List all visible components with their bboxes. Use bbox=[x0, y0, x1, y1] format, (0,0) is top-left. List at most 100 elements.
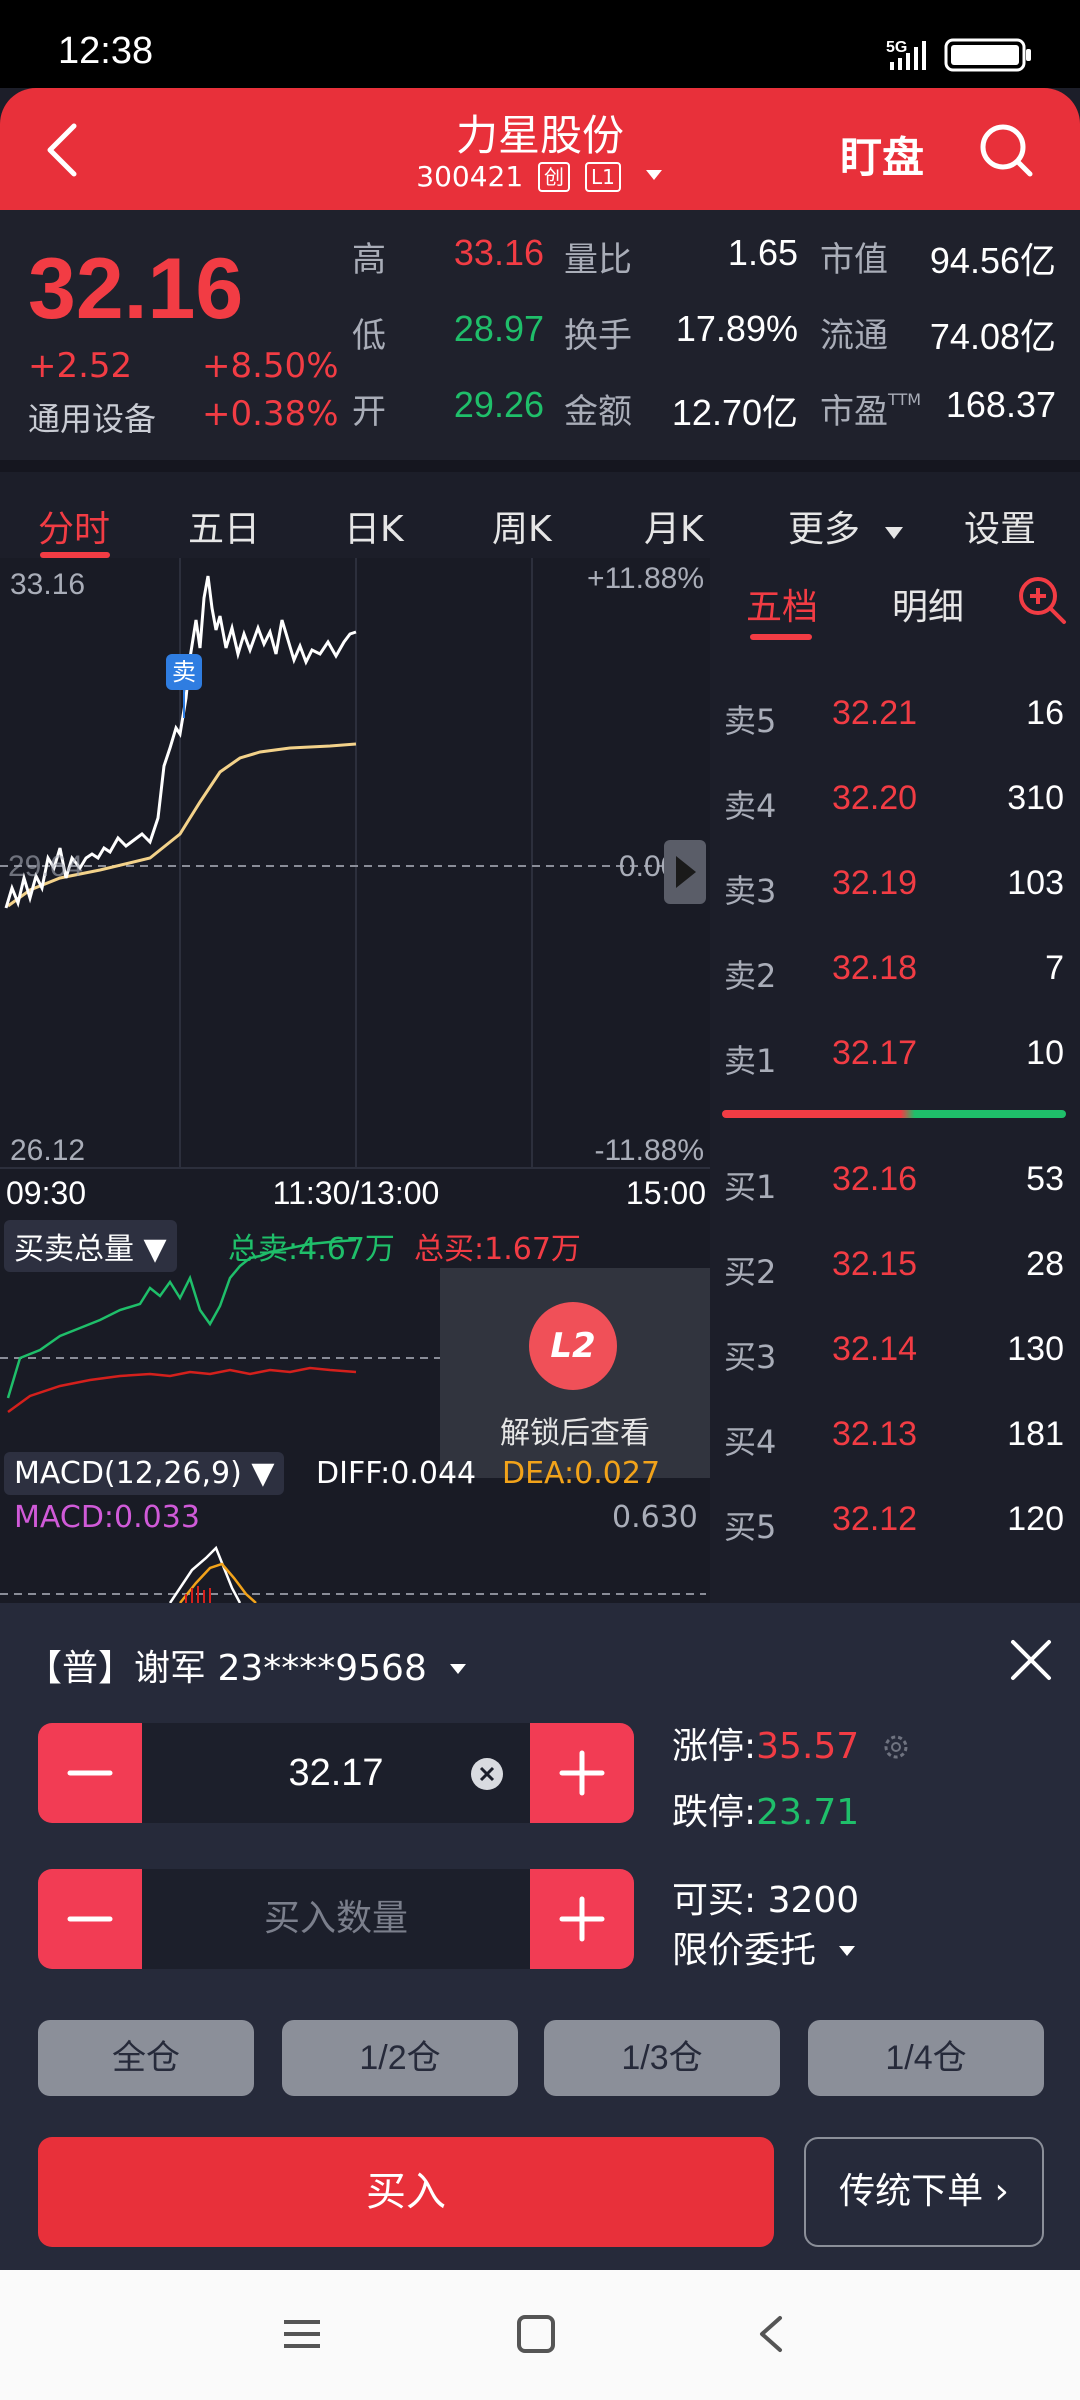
bid-price: 32.14 bbox=[832, 1330, 918, 1368]
limit-down-info: 跌停:23.71 bbox=[672, 1792, 860, 1833]
tab-five-day[interactable]: 五日 bbox=[188, 500, 260, 552]
price-stepper: 32.17 bbox=[38, 1723, 634, 1823]
position-half-button[interactable]: 1/2仓 bbox=[282, 2020, 518, 2096]
pe-value: 168.37 bbox=[945, 384, 1056, 425]
ask-row[interactable]: 卖3 32.19 103 bbox=[710, 856, 1080, 916]
tab-five-levels[interactable]: 五档 bbox=[746, 578, 818, 630]
close-icon[interactable] bbox=[1008, 1637, 1054, 1683]
battery-icon bbox=[944, 38, 1031, 72]
volume-indicator-button[interactable]: 买卖总量 ▼ bbox=[4, 1220, 177, 1272]
quantity-input[interactable]: 买入数量 bbox=[142, 1869, 530, 1969]
bid-row[interactable]: 买1 32.16 53 bbox=[710, 1152, 1080, 1212]
buy-button[interactable]: 买入 bbox=[38, 2137, 774, 2247]
chart-price-ref: 29.64 bbox=[8, 850, 83, 883]
price-increase-button[interactable] bbox=[530, 1723, 634, 1823]
back-nav-icon[interactable] bbox=[750, 2312, 794, 2356]
bid-row[interactable]: 买3 32.14 130 bbox=[710, 1322, 1080, 1382]
chart-pct-low: -11.88% bbox=[594, 1134, 704, 1167]
macd-value-label: MACD:0.033 bbox=[14, 1500, 200, 1535]
bid-volume: 53 bbox=[1026, 1160, 1064, 1198]
home-icon[interactable] bbox=[514, 2312, 558, 2356]
quantity-increase-button[interactable] bbox=[530, 1869, 634, 1969]
settings-icon bbox=[884, 1735, 908, 1759]
time-start: 09:30 bbox=[6, 1175, 86, 1211]
bid-volume: 181 bbox=[1007, 1415, 1064, 1453]
total-buy-line bbox=[7, 1366, 357, 1414]
sell-marker: 卖 bbox=[166, 654, 202, 718]
last-price: 32.16 bbox=[28, 241, 244, 337]
ask-price: 32.21 bbox=[832, 694, 918, 732]
position-third-button[interactable]: 1/3仓 bbox=[544, 2020, 780, 2096]
turnover-label: 换手 bbox=[564, 316, 632, 356]
ask-volume: 7 bbox=[1045, 949, 1064, 987]
ask-row[interactable]: 卖5 32.21 16 bbox=[710, 686, 1080, 746]
board-tag: 创 bbox=[538, 162, 571, 192]
tab-trade-detail[interactable]: 明细 bbox=[892, 578, 964, 630]
time-mid: 11:30/13:00 bbox=[273, 1175, 440, 1211]
level-tag: L1 bbox=[584, 162, 621, 192]
price-decrease-button[interactable] bbox=[38, 1723, 142, 1823]
classic-order-button[interactable]: 传统下单 › bbox=[804, 2137, 1044, 2247]
quantity-decrease-button[interactable] bbox=[38, 1869, 142, 1969]
bid-label: 买4 bbox=[724, 1423, 777, 1461]
open-value: 29.26 bbox=[453, 384, 544, 425]
chart-price-low: 26.12 bbox=[10, 1134, 85, 1167]
order-type-selector[interactable]: 限价委托 bbox=[672, 1921, 857, 1973]
ask-label: 卖4 bbox=[724, 787, 777, 825]
bid-volume: 28 bbox=[1026, 1245, 1064, 1283]
clear-icon[interactable] bbox=[470, 1757, 504, 1791]
low-value: 28.97 bbox=[453, 308, 544, 349]
expand-handle-icon bbox=[664, 840, 706, 904]
macd-max-label: 0.630 bbox=[612, 1500, 698, 1535]
order-book-divider bbox=[722, 1110, 1066, 1118]
amount-label: 金额 bbox=[564, 392, 632, 432]
bid-row[interactable]: 买2 32.15 28 bbox=[710, 1237, 1080, 1297]
macd-indicator-button[interactable]: MACD(12,26,9) ▼ bbox=[4, 1452, 285, 1495]
bid-price: 32.16 bbox=[832, 1160, 918, 1198]
intraday-chart[interactable]: 卖 33.16 +11.88% 29.64 0.00% 26.12 -11.88… bbox=[0, 558, 710, 1603]
sector-name[interactable]: 通用设备 bbox=[28, 394, 156, 440]
tab-intraday[interactable]: 分时 bbox=[38, 500, 110, 552]
watch-button[interactable]: 盯盘 bbox=[840, 124, 924, 185]
sector-change: +0.38% bbox=[202, 394, 339, 434]
tab-monthly-k[interactable]: 月K bbox=[644, 500, 704, 552]
menu-icon[interactable] bbox=[280, 2312, 324, 2356]
macd-diff-label: DIFF:0.044 bbox=[316, 1456, 477, 1491]
market-cap-label: 市值 bbox=[820, 240, 888, 280]
ask-row[interactable]: 卖1 32.17 10 bbox=[710, 1026, 1080, 1086]
position-quarter-button[interactable]: 1/4仓 bbox=[808, 2020, 1044, 2096]
limit-up-value: 35.57 bbox=[756, 1726, 860, 1767]
ask-price: 32.19 bbox=[832, 864, 918, 902]
l2-badge: L2 bbox=[529, 1302, 617, 1390]
ask-row[interactable]: 卖4 32.20 310 bbox=[710, 771, 1080, 831]
market-cap-value: 94.56亿 bbox=[929, 240, 1056, 281]
tab-more[interactable]: 更多 bbox=[788, 500, 905, 552]
position-full-button[interactable]: 全仓 bbox=[38, 2020, 254, 2096]
order-book-tab-underline bbox=[750, 634, 812, 640]
bid-row[interactable]: 买5 32.12 120 bbox=[710, 1492, 1080, 1552]
bid-row[interactable]: 买4 32.13 181 bbox=[710, 1407, 1080, 1467]
bid-volume: 130 bbox=[1007, 1330, 1064, 1368]
bid-label: 买5 bbox=[724, 1508, 777, 1546]
tab-weekly-k[interactable]: 周K bbox=[492, 500, 552, 552]
change-amount: +2.52 bbox=[28, 346, 133, 386]
ask-row[interactable]: 卖2 32.18 7 bbox=[710, 941, 1080, 1001]
low-label: 低 bbox=[352, 316, 386, 356]
search-icon[interactable] bbox=[976, 120, 1036, 180]
account-selector[interactable]: 【普】谢军 23****9568 bbox=[26, 1639, 468, 1691]
tab-daily-k[interactable]: 日K bbox=[344, 500, 404, 552]
bid-label: 买2 bbox=[724, 1253, 777, 1291]
chart-tabs: 分时 五日 日K 周K 月K 更多 设置 bbox=[0, 460, 1080, 558]
bid-label: 买1 bbox=[724, 1168, 777, 1206]
tab-settings[interactable]: 设置 bbox=[964, 500, 1036, 552]
network-label: 5G bbox=[886, 39, 907, 56]
bid-price: 32.12 bbox=[832, 1500, 918, 1538]
caret-down-icon[interactable] bbox=[644, 168, 664, 182]
l2-lock-overlay[interactable]: L2 解锁后查看 bbox=[440, 1268, 710, 1478]
ask-label: 卖2 bbox=[724, 957, 777, 995]
bid-label: 买3 bbox=[724, 1338, 777, 1376]
ask-price: 32.18 bbox=[832, 949, 918, 987]
zoom-in-icon[interactable] bbox=[1016, 574, 1068, 626]
caret-down-icon[interactable] bbox=[448, 1662, 468, 1676]
float-cap-label: 流通 bbox=[820, 316, 888, 356]
